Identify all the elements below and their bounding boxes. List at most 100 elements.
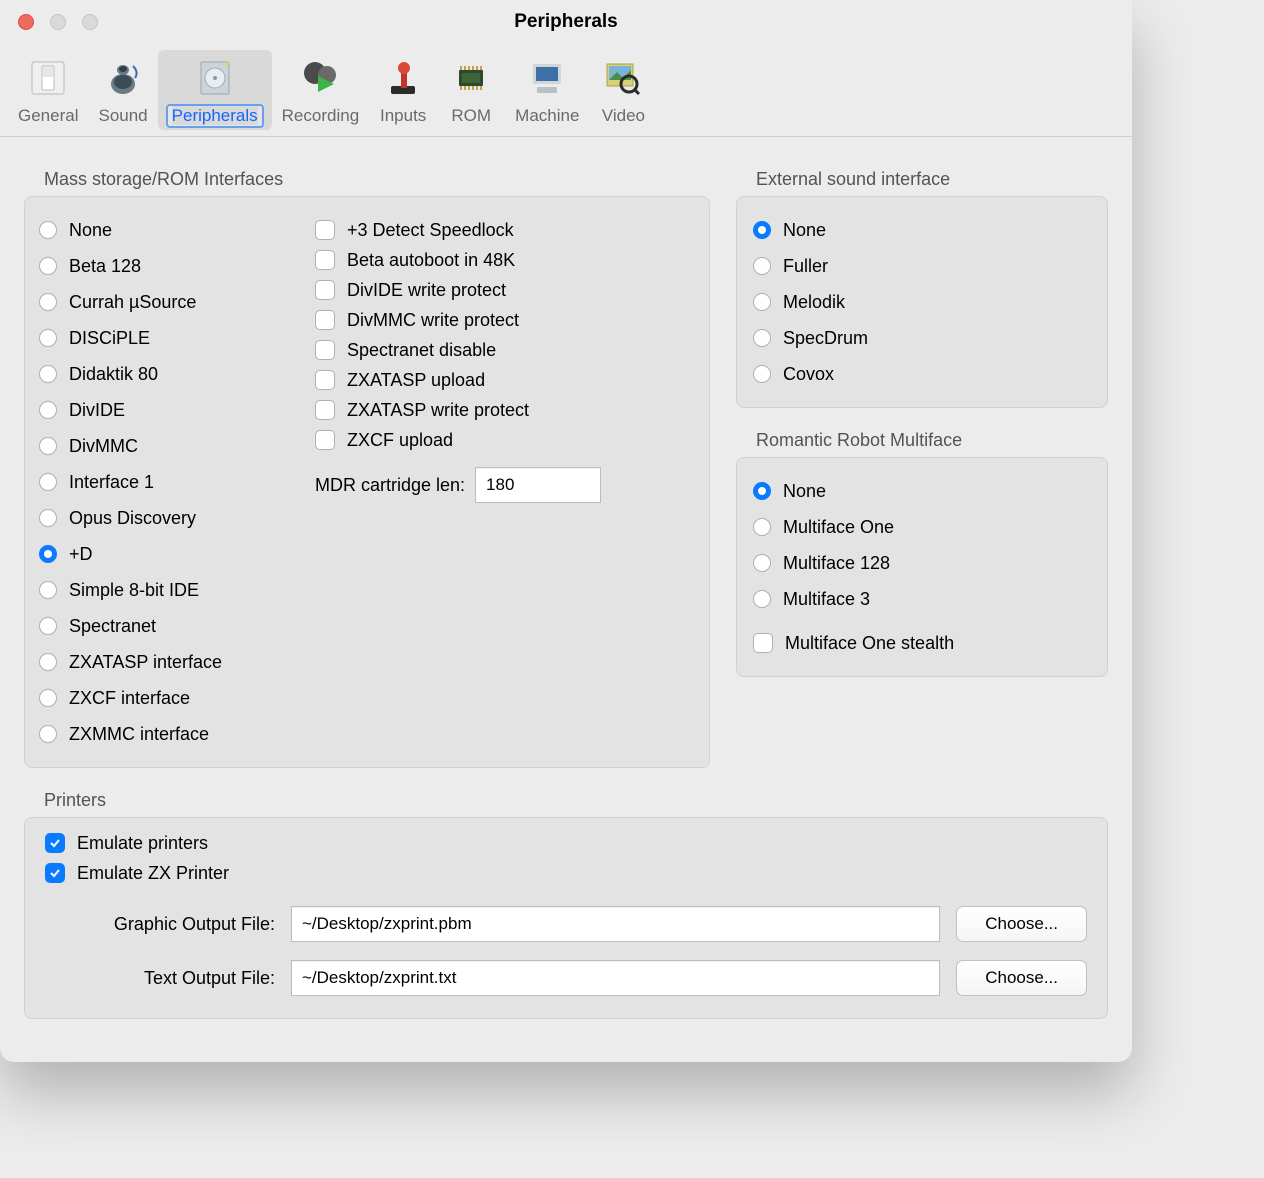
mass-radio-disciple[interactable] [39, 329, 57, 347]
mass-radio-d-row[interactable]: +D [39, 539, 293, 569]
sound-radio-fuller-row[interactable]: Fuller [753, 251, 1091, 281]
mass-radio-currah-source-row[interactable]: Currah µSource [39, 287, 293, 317]
checkbox-label: Beta autoboot in 48K [347, 250, 515, 271]
mass-check-zxcf-upload[interactable] [315, 430, 335, 450]
window-title: Peripherals [0, 11, 1132, 33]
mass-check-spectranet-disable-row[interactable]: Spectranet disable [315, 335, 695, 365]
content-area: Mass storage/ROM Interfaces NoneBeta 128… [0, 137, 1132, 1065]
graphic-output-input[interactable] [291, 906, 940, 942]
tab-inputs[interactable]: Inputs [369, 50, 437, 130]
radio-label: ZXATASP interface [69, 652, 222, 673]
mass-radio-none-row[interactable]: None [39, 215, 293, 245]
mass-check-beta-autoboot-in-48k[interactable] [315, 250, 335, 270]
radio-label: DISCiPLE [69, 328, 150, 349]
mass-radio-zxcf-interface[interactable] [39, 689, 57, 707]
multiface-stealth-checkbox[interactable] [753, 633, 773, 653]
sound-radio-none-row[interactable]: None [753, 215, 1091, 245]
mass-check-zxatasp-upload[interactable] [315, 370, 335, 390]
mass-check-zxatasp-write-protect-row[interactable]: ZXATASP write protect [315, 395, 695, 425]
radio-label: +D [69, 544, 93, 565]
radio-label: Didaktik 80 [69, 364, 158, 385]
mass-radio-spectranet-row[interactable]: Spectranet [39, 611, 293, 641]
tab-sound[interactable]: Sound [88, 50, 157, 130]
mass-check-zxatasp-upload-row[interactable]: ZXATASP upload [315, 365, 695, 395]
multiface-radio-multiface-one[interactable] [753, 518, 771, 536]
mass-radio-didaktik-80[interactable] [39, 365, 57, 383]
mass-radio-zxcf-interface-row[interactable]: ZXCF interface [39, 683, 293, 713]
titlebar: Peripherals [0, 0, 1132, 44]
mass-radio-zxatasp-interface[interactable] [39, 653, 57, 671]
mass-check-3-detect-speedlock-row[interactable]: +3 Detect Speedlock [315, 215, 695, 245]
multiface-radio-multiface-128-row[interactable]: Multiface 128 [753, 548, 1091, 578]
emulate-printers-checkbox[interactable] [45, 833, 65, 853]
tab-video[interactable]: Video [589, 50, 657, 130]
tab-general[interactable]: General [8, 50, 88, 130]
mass-check-divmmc-write-protect[interactable] [315, 310, 335, 330]
multiface-radio-multiface-3[interactable] [753, 590, 771, 608]
tab-machine[interactable]: Machine [505, 50, 589, 130]
mass-radio-divmmc[interactable] [39, 437, 57, 455]
text-output-label: Text Output File: [45, 968, 275, 989]
mass-radio-simple-8-bit-ide-row[interactable]: Simple 8-bit IDE [39, 575, 293, 605]
mass-radio-beta-128[interactable] [39, 257, 57, 275]
external-sound-group: External sound interface NoneFullerMelod… [736, 169, 1108, 408]
multiface-radio-none[interactable] [753, 482, 771, 500]
mass-radio-opus-discovery[interactable] [39, 509, 57, 527]
mass-check-beta-autoboot-in-48k-row[interactable]: Beta autoboot in 48K [315, 245, 695, 275]
text-output-input[interactable] [291, 960, 940, 996]
mass-check-zxatasp-write-protect[interactable] [315, 400, 335, 420]
mass-radio-interface-1[interactable] [39, 473, 57, 491]
tab-peripherals[interactable]: Peripherals [158, 50, 272, 130]
multiface-radio-none-row[interactable]: None [753, 476, 1091, 506]
sound-radio-covox-row[interactable]: Covox [753, 359, 1091, 389]
sound-radio-specdrum[interactable] [753, 329, 771, 347]
mass-radio-divide-row[interactable]: DivIDE [39, 395, 293, 425]
multiface-radio-multiface-3-row[interactable]: Multiface 3 [753, 584, 1091, 614]
mass-radio-zxmmc-interface-row[interactable]: ZXMMC interface [39, 719, 293, 749]
tab-rom[interactable]: ROM [437, 50, 505, 130]
mass-radio-zxatasp-interface-row[interactable]: ZXATASP interface [39, 647, 293, 677]
mass-radio-divide[interactable] [39, 401, 57, 419]
checkbox-label: ZXATASP write protect [347, 400, 529, 421]
mass-radio-zxmmc-interface[interactable] [39, 725, 57, 743]
mass-radio-spectranet[interactable] [39, 617, 57, 635]
multiface-radio-multiface-one-row[interactable]: Multiface One [753, 512, 1091, 542]
mass-check-divmmc-write-protect-row[interactable]: DivMMC write protect [315, 305, 695, 335]
graphic-output-choose-button[interactable]: Choose... [956, 906, 1087, 942]
radio-label: DivMMC [69, 436, 138, 457]
mass-radio-simple-8-bit-ide[interactable] [39, 581, 57, 599]
checkbox-label: +3 Detect Speedlock [347, 220, 514, 241]
sound-radio-specdrum-row[interactable]: SpecDrum [753, 323, 1091, 353]
mass-radio-interface-1-row[interactable]: Interface 1 [39, 467, 293, 497]
mass-radio-none[interactable] [39, 221, 57, 239]
radio-label: Multiface 3 [783, 589, 870, 610]
radio-label: Melodik [783, 292, 845, 313]
mass-check-divide-write-protect-row[interactable]: DivIDE write protect [315, 275, 695, 305]
mass-radio-currah-source[interactable] [39, 293, 57, 311]
mass-radio-beta-128-row[interactable]: Beta 128 [39, 251, 293, 281]
sound-radio-covox[interactable] [753, 365, 771, 383]
mass-check-3-detect-speedlock[interactable] [315, 220, 335, 240]
tab-recording[interactable]: Recording [272, 50, 370, 130]
radio-label: None [783, 481, 826, 502]
mass-check-spectranet-disable[interactable] [315, 340, 335, 360]
switch-icon [24, 54, 72, 102]
mass-radio-disciple-row[interactable]: DISCiPLE [39, 323, 293, 353]
mass-radio-didaktik-80-row[interactable]: Didaktik 80 [39, 359, 293, 389]
emulate-zx-printer-checkbox[interactable] [45, 863, 65, 883]
mass-check-zxcf-upload-row[interactable]: ZXCF upload [315, 425, 695, 455]
film-icon [296, 54, 344, 102]
mass-radio-opus-discovery-row[interactable]: Opus Discovery [39, 503, 293, 533]
mass-radio-d[interactable] [39, 545, 57, 563]
sound-radio-melodik-row[interactable]: Melodik [753, 287, 1091, 317]
sound-radio-melodik[interactable] [753, 293, 771, 311]
mdr-cartridge-len-input[interactable] [475, 467, 601, 503]
mass-radio-divmmc-row[interactable]: DivMMC [39, 431, 293, 461]
mass-check-divide-write-protect[interactable] [315, 280, 335, 300]
checkbox-label: Spectranet disable [347, 340, 496, 361]
text-output-choose-button[interactable]: Choose... [956, 960, 1087, 996]
multiface-radio-multiface-128[interactable] [753, 554, 771, 572]
sound-radio-fuller[interactable] [753, 257, 771, 275]
sound-radio-none[interactable] [753, 221, 771, 239]
tab-label: Recording [282, 106, 360, 126]
